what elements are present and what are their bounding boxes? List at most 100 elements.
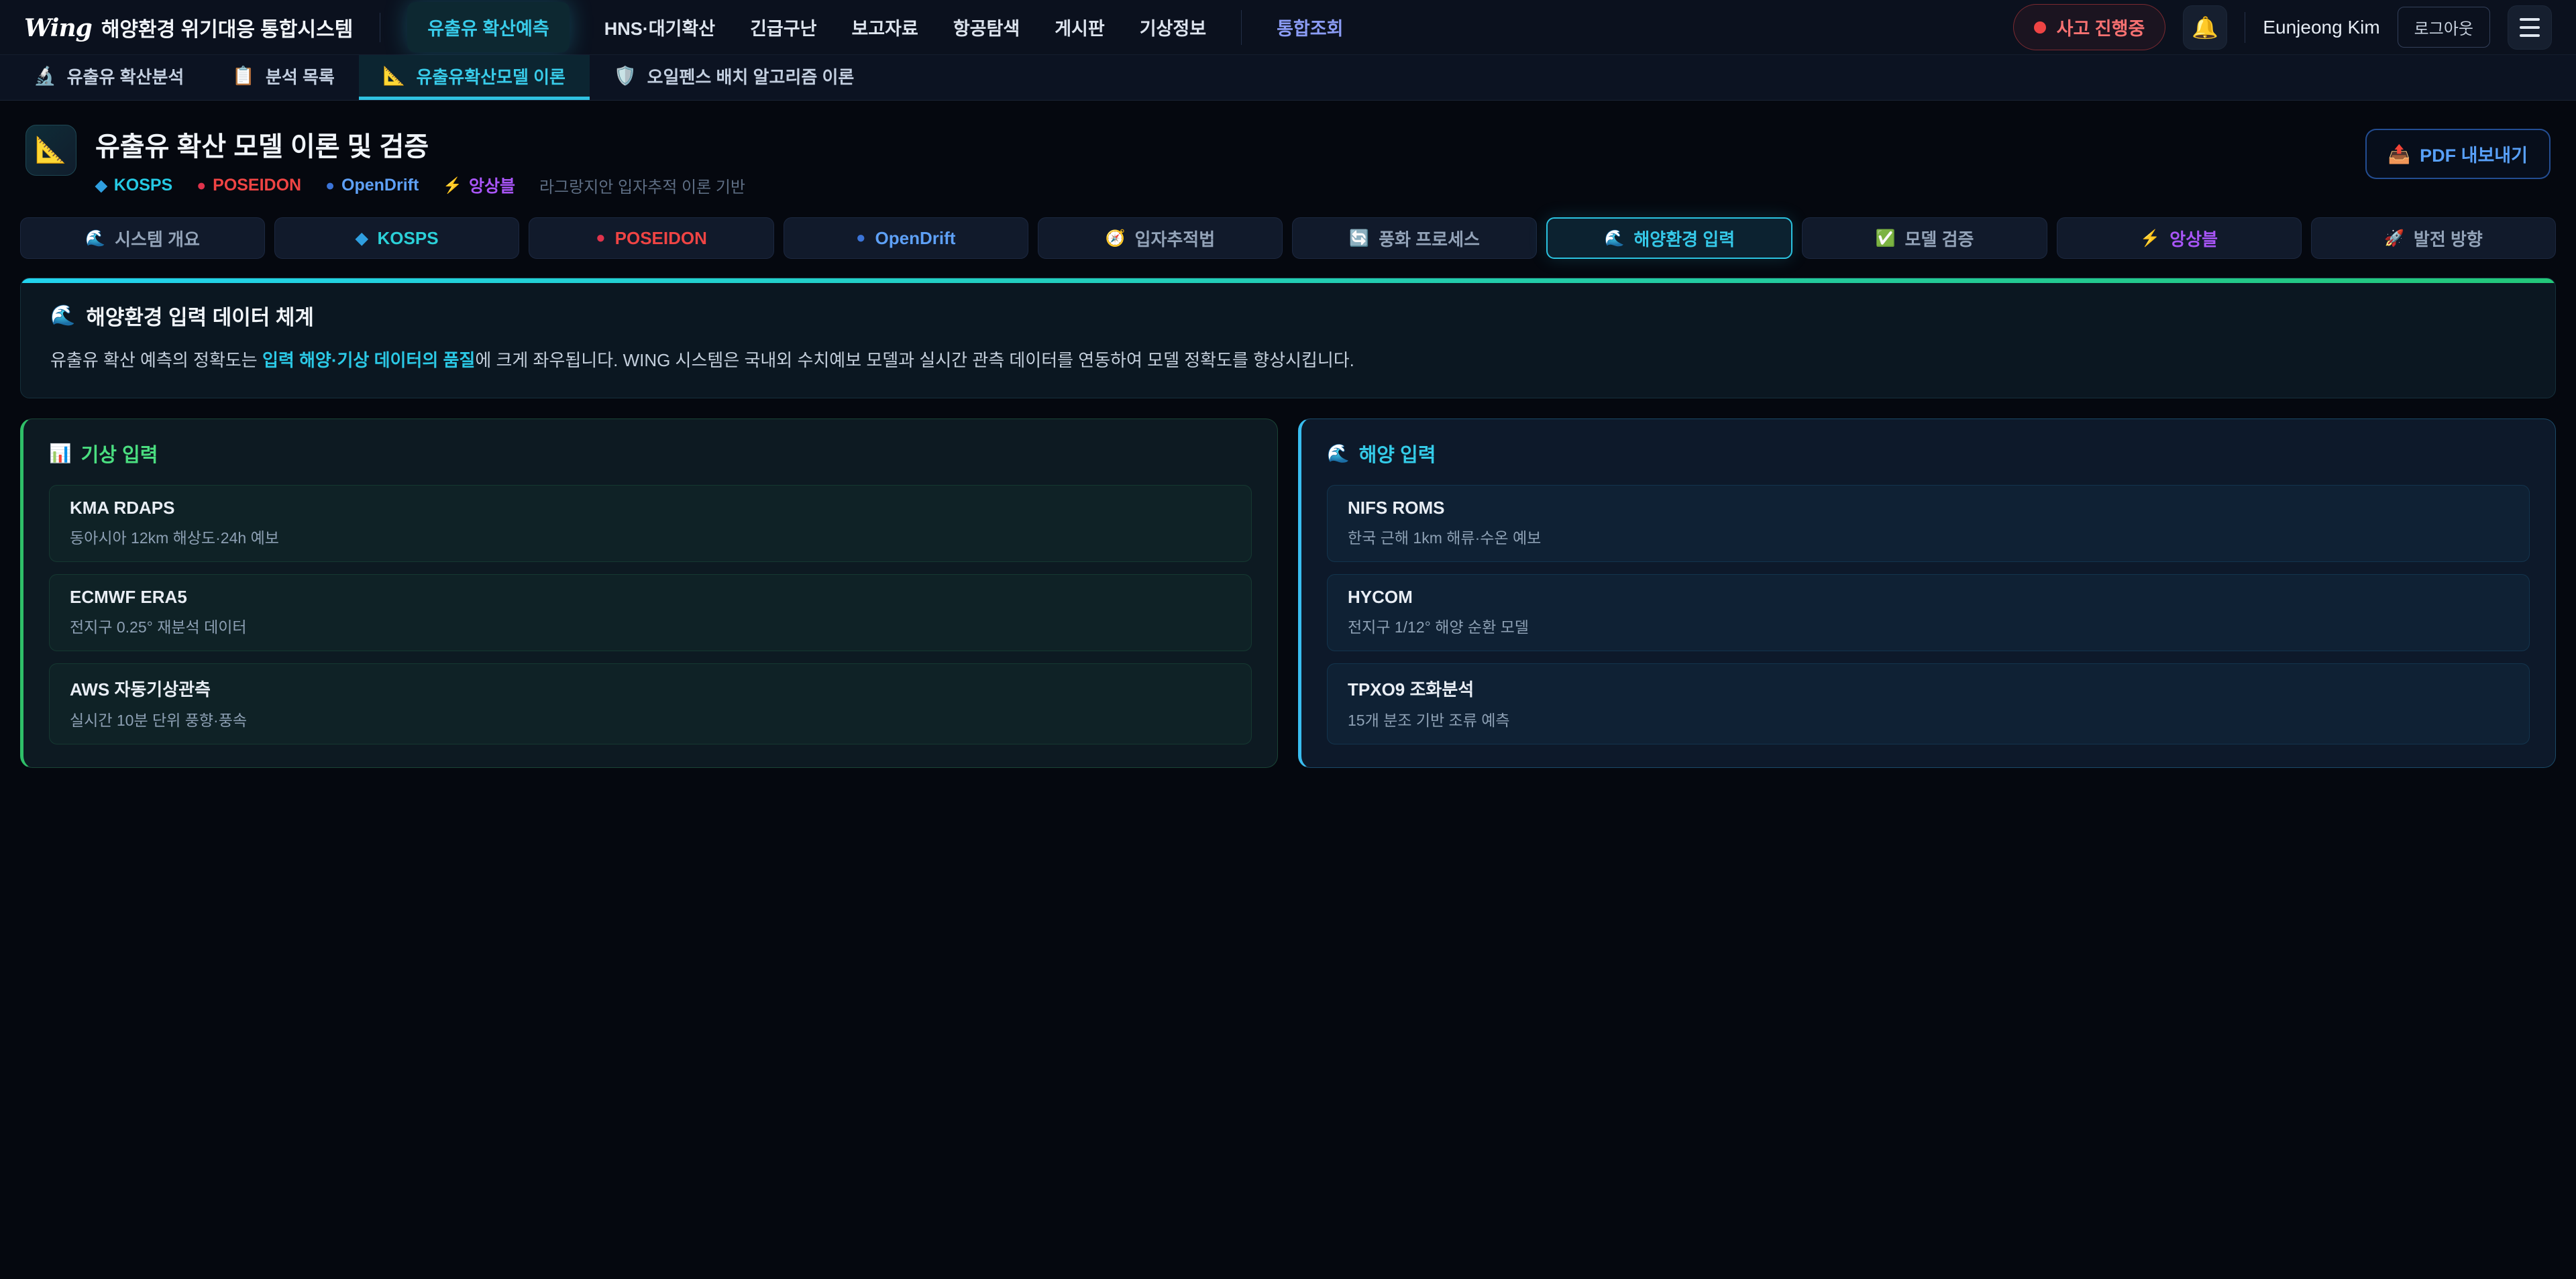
tab-analysis-list[interactable]: 📋 분석 목록 xyxy=(208,55,359,100)
topbar-right-cluster: 사고 진행중 🔔 Eunjeong Kim 로그아웃 xyxy=(2013,4,2552,50)
model-badge-row: ◆ KOSPS ● POSEIDON ● OpenDrift ⚡ 앙상블 라그랑… xyxy=(95,173,745,197)
hamburger-menu-button[interactable] xyxy=(2508,5,2552,50)
menu-icon xyxy=(2520,18,2540,37)
nav-item-integrated-search[interactable]: 통합조회 xyxy=(1277,14,1343,40)
red-circle-icon: ● xyxy=(596,229,606,247)
list-item-tpxo9[interactable]: TPXO9 조화분석 15개 분조 기반 조류 예측 xyxy=(1327,663,2530,744)
list-item-hycom[interactable]: HYCOM 전지구 1/12° 해양 순환 모델 xyxy=(1327,574,2530,651)
sub-tab-bar: 🔬 유출유 확산분석 📋 분석 목록 📐 유출유확산모델 이론 🛡️ 오일펜스 … xyxy=(0,55,2576,101)
section-system-overview[interactable]: 🌊 시스템 개요 xyxy=(20,217,265,259)
badge-poseidon: ● POSEIDON xyxy=(197,176,301,195)
nav-item-weather-info[interactable]: 기상정보 xyxy=(1140,14,1206,40)
blue-circle-icon: ● xyxy=(856,229,866,247)
data-source-name: ECMWF ERA5 xyxy=(70,587,1231,608)
clipboard-icon: 📋 xyxy=(232,65,255,87)
lightning-icon: ⚡ xyxy=(443,176,462,194)
badge-label: KOSPS xyxy=(114,176,173,195)
tab-spill-analysis[interactable]: 🔬 유출유 확산분석 xyxy=(9,55,208,100)
section-nav-label: POSEIDON xyxy=(615,228,707,249)
card-title-text: 기상 입력 xyxy=(81,439,158,467)
wave-icon: 🌊 xyxy=(50,304,75,327)
top-navigation-bar: Wing 해양환경 위기대응 통합시스템 유출유 확산예측 HNS·대기확산 긴… xyxy=(0,0,2576,55)
ocean-input-intro-card: 🌊 해양환경 입력 데이터 체계 유출유 확산 예측의 정확도는 입력 해양·기… xyxy=(20,278,2556,398)
intro-section-title: 🌊 해양환경 입력 데이터 체계 xyxy=(50,300,2526,331)
incident-status-badge[interactable]: 사고 진행중 xyxy=(2013,4,2166,50)
intro-paragraph: 유출유 확산 예측의 정확도는 입력 해양·기상 데이터의 품질에 크게 좌우됩… xyxy=(50,347,2526,374)
red-circle-icon: ● xyxy=(197,176,206,194)
tab-label: 오일펜스 배치 알고리즘 이론 xyxy=(647,64,855,89)
section-poseidon[interactable]: ● POSEIDON xyxy=(529,217,773,259)
diamond-icon: ◆ xyxy=(356,229,368,248)
ocean-card-title: 🌊 해양 입력 xyxy=(1327,439,2530,467)
cycle-arrows-icon: 🔄 xyxy=(1349,229,1369,248)
menu-separator xyxy=(1241,10,1242,45)
wave-icon: 🌊 xyxy=(85,229,105,248)
data-source-name: AWS 자동기상관측 xyxy=(70,676,1231,701)
intro-title-text: 해양환경 입력 데이터 체계 xyxy=(86,300,314,331)
incident-badge-label: 사고 진행중 xyxy=(2057,14,2145,40)
user-name: Eunjeong Kim xyxy=(2263,17,2379,38)
incident-dot-icon xyxy=(2034,21,2046,34)
section-nav-label: 앙상블 xyxy=(2169,226,2218,251)
tab-model-theory[interactable]: 📐 유출유확산모델 이론 xyxy=(359,55,590,100)
notifications-button[interactable]: 🔔 xyxy=(2183,5,2227,50)
rocket-icon: 🚀 xyxy=(2384,229,2404,248)
badge-kosps: ◆ KOSPS xyxy=(95,176,172,195)
section-ocean-environment-input[interactable]: 🌊 해양환경 입력 xyxy=(1546,217,1792,259)
section-nav-label: 발전 방향 xyxy=(2414,226,2483,251)
nav-item-board[interactable]: 게시판 xyxy=(1055,14,1105,40)
nav-item-oil-spill-prediction[interactable]: 유출유 확산예측 xyxy=(407,2,569,52)
section-weathering-process[interactable]: 🔄 풍화 프로세스 xyxy=(1292,217,1537,259)
section-model-validation[interactable]: ✅ 모델 검증 xyxy=(1802,217,2047,259)
app-logo: Wing 해양환경 위기대응 통합시스템 xyxy=(24,13,353,42)
list-item-kma-rdaps[interactable]: KMA RDAPS 동아시아 12km 해상도·24h 예보 xyxy=(49,485,1252,562)
section-particle-tracking[interactable]: 🧭 입자추적법 xyxy=(1038,217,1283,259)
section-nav-label: 풍화 프로세스 xyxy=(1379,226,1480,251)
section-nav-label: OpenDrift xyxy=(875,228,956,249)
lightning-icon: ⚡ xyxy=(2140,229,2160,248)
nav-item-emergency-rescue[interactable]: 긴급구난 xyxy=(750,14,816,40)
data-source-desc: 전지구 1/12° 해양 순환 모델 xyxy=(1348,614,2509,637)
bell-icon: 🔔 xyxy=(2192,15,2218,40)
tab-label: 분석 목록 xyxy=(266,64,335,89)
tab-oilfence-algorithm-theory[interactable]: 🛡️ 오일펜스 배치 알고리즘 이론 xyxy=(590,55,878,100)
shield-icon: 🛡️ xyxy=(614,65,637,87)
bar-chart-icon: 📊 xyxy=(49,443,72,464)
section-ensemble[interactable]: ⚡ 앙상블 xyxy=(2057,217,2302,259)
data-source-name: TPXO9 조화분석 xyxy=(1348,676,2509,701)
list-item-aws-observation[interactable]: AWS 자동기상관측 실시간 10분 단위 풍향·풍속 xyxy=(49,663,1252,744)
ocean-input-card: 🌊 해양 입력 NIFS ROMS 한국 근해 1km 해류·수온 예보 HYC… xyxy=(1298,419,2556,768)
input-data-cards-row: 📊 기상 입력 KMA RDAPS 동아시아 12km 해상도·24h 예보 E… xyxy=(20,419,2556,768)
pdf-export-label: PDF 내보내기 xyxy=(2420,141,2528,167)
section-kosps[interactable]: ◆ KOSPS xyxy=(274,217,519,259)
list-item-nifs-roms[interactable]: NIFS ROMS 한국 근해 1km 해류·수온 예보 xyxy=(1327,485,2530,562)
data-source-name: HYCOM xyxy=(1348,587,2509,608)
section-future-roadmap[interactable]: 🚀 발전 방향 xyxy=(2311,217,2556,259)
badge-ensemble: ⚡ 앙상블 xyxy=(443,173,515,197)
diamond-icon: ◆ xyxy=(95,176,107,194)
compass-icon: 🧭 xyxy=(1106,229,1126,248)
intro-text-highlight: 입력 해양·기상 데이터의 품질 xyxy=(262,350,475,370)
page-icon-box: 📐 xyxy=(25,125,76,176)
tab-label: 유출유 확산분석 xyxy=(67,64,184,89)
data-source-desc: 전지구 0.25° 재분석 데이터 xyxy=(70,614,1231,637)
wave-icon: 🌊 xyxy=(1605,229,1625,248)
section-opendrift[interactable]: ● OpenDrift xyxy=(784,217,1028,259)
data-source-desc: 한국 근해 1km 해류·수온 예보 xyxy=(1348,525,2509,548)
badge-label: OpenDrift xyxy=(341,176,419,195)
nav-item-aerial-search[interactable]: 항공탐색 xyxy=(953,14,1020,40)
card-title-text: 해양 입력 xyxy=(1359,439,1436,467)
wave-icon: 🌊 xyxy=(1327,443,1350,464)
list-item-ecmwf-era5[interactable]: ECMWF ERA5 전지구 0.25° 재분석 데이터 xyxy=(49,574,1252,651)
data-source-name: NIFS ROMS xyxy=(1348,498,2509,518)
logout-button[interactable]: 로그아웃 xyxy=(2398,7,2490,48)
data-source-desc: 15개 분조 기반 조류 예측 xyxy=(1348,708,2509,730)
nav-item-reports[interactable]: 보고자료 xyxy=(851,14,918,40)
weather-card-title: 📊 기상 입력 xyxy=(49,439,1252,467)
section-nav-strip: 🌊 시스템 개요 ◆ KOSPS ● POSEIDON ● OpenDrift … xyxy=(20,217,2556,259)
nav-item-hns-atmospheric[interactable]: HNS·대기확산 xyxy=(604,14,715,40)
pdf-export-button[interactable]: 📤 PDF 내보내기 xyxy=(2365,129,2551,179)
triangular-ruler-icon: 📐 xyxy=(35,135,66,165)
intro-text-prefix: 유출유 확산 예측의 정확도는 xyxy=(50,350,262,370)
badge-label: POSEIDON xyxy=(213,176,301,195)
